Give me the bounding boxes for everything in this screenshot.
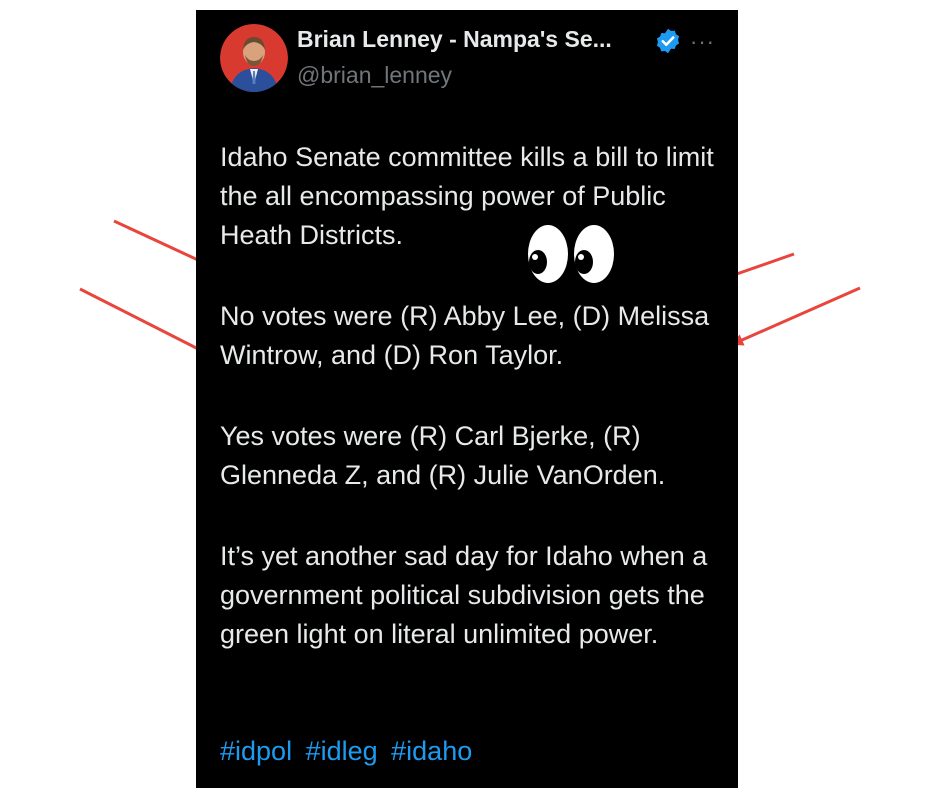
hashtag-link[interactable]: #idaho bbox=[391, 736, 472, 766]
author-name[interactable]: Brian Lenney - Nampa's Se... bbox=[297, 26, 612, 53]
tweet-paragraph: Idaho Senate committee kills a bill to l… bbox=[220, 142, 714, 250]
more-options-icon[interactable]: ··· bbox=[690, 29, 715, 55]
eyes-emoji-icon bbox=[524, 222, 620, 286]
verified-badge-icon bbox=[654, 27, 682, 55]
arrow-lower-right bbox=[731, 286, 861, 346]
hashtag-link[interactable]: #idleg bbox=[306, 736, 378, 766]
author-handle[interactable]: @brian_lenney bbox=[297, 62, 452, 89]
tweet-paragraph: No votes were (R) Abby Lee, (D) Melissa … bbox=[220, 301, 710, 370]
avatar[interactable] bbox=[220, 24, 288, 92]
arrow-lower-left bbox=[79, 287, 216, 359]
tweet-paragraph: It’s yet another sad day for Idaho when … bbox=[220, 541, 708, 649]
hashtag-row: #idpol #idleg #idaho bbox=[220, 732, 478, 771]
tweet-card: Brian Lenney - Nampa's Se... ··· @brian_… bbox=[196, 10, 738, 788]
hashtag-link[interactable]: #idpol bbox=[220, 736, 292, 766]
tweet-paragraph: Yes votes were (R) Carl Bjerke, (R) Glen… bbox=[220, 421, 666, 490]
